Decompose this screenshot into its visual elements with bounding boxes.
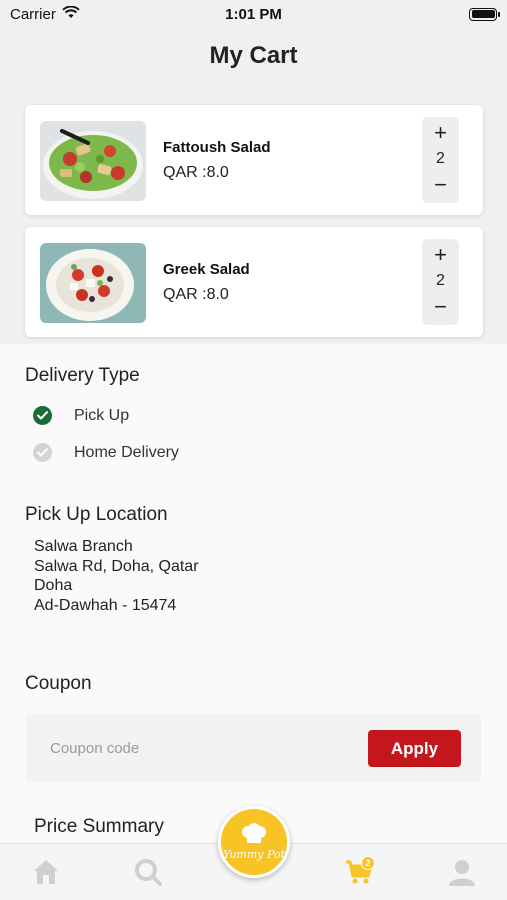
nav-cart[interactable]: 2	[345, 856, 375, 891]
coupon-input[interactable]	[50, 736, 350, 760]
item-name: Greek Salad	[163, 261, 250, 278]
address-line: Doha	[34, 577, 73, 594]
delivery-option-pickup[interactable]: Pick Up	[33, 406, 129, 425]
cart-icon	[345, 860, 373, 890]
item-price: QAR :8.0	[163, 164, 229, 181]
cart-badge: 2	[361, 856, 375, 870]
delivery-option-home[interactable]: Home Delivery	[33, 443, 179, 462]
coupon-heading: Coupon	[25, 673, 92, 694]
nav-profile[interactable]	[448, 858, 476, 891]
profile-icon	[448, 860, 476, 890]
logo-text: Yummy Pot	[223, 848, 285, 861]
delivery-option-label: Home Delivery	[74, 443, 179, 461]
search-icon	[134, 859, 162, 890]
check-circle-icon	[33, 443, 52, 462]
page-title: My Cart	[209, 42, 298, 69]
check-circle-icon	[33, 406, 52, 425]
cart-item: Greek Salad QAR :8.0 + 2 −	[25, 227, 483, 337]
coupon-box: Apply	[26, 714, 481, 782]
nav-search[interactable]	[134, 858, 162, 891]
greek-salad-image	[40, 243, 146, 323]
increment-button[interactable]: +	[434, 121, 447, 145]
status-time: 1:01 PM	[225, 5, 282, 23]
status-bar: Carrier 1:01 PM	[0, 0, 507, 28]
fattoush-salad-image	[40, 121, 146, 201]
chef-hat-icon	[239, 823, 269, 850]
address-line: Salwa Rd, Doha, Qatar	[34, 558, 199, 575]
address-line: Ad-Dawhah - 15474	[34, 597, 177, 614]
item-price: QAR :8.0	[163, 286, 229, 303]
nav-home[interactable]	[32, 858, 60, 890]
delivery-type-heading: Delivery Type	[25, 365, 140, 386]
logo-button[interactable]: Yummy Pot	[218, 806, 290, 878]
decrement-button[interactable]: −	[434, 295, 447, 319]
increment-button[interactable]: +	[434, 243, 447, 267]
order-details: Delivery Type Pick Up Home Delivery Pick…	[0, 344, 507, 844]
apply-button[interactable]: Apply	[368, 730, 461, 767]
delivery-option-label: Pick Up	[74, 406, 130, 424]
quantity-value: 2	[436, 150, 445, 167]
quantity-stepper: + 2 −	[422, 117, 459, 203]
address-line: Salwa Branch	[34, 538, 133, 555]
quantity-value: 2	[436, 272, 445, 289]
battery-icon	[469, 7, 500, 21]
home-icon	[32, 860, 60, 889]
cart-item: Fattoush Salad QAR :8.0 + 2 −	[25, 105, 483, 215]
item-name: Fattoush Salad	[163, 139, 271, 156]
pickup-location-heading: Pick Up Location	[25, 504, 168, 525]
decrement-button[interactable]: −	[434, 173, 447, 197]
quantity-stepper: + 2 −	[422, 239, 459, 325]
price-summary-heading: Price Summary	[34, 816, 164, 837]
